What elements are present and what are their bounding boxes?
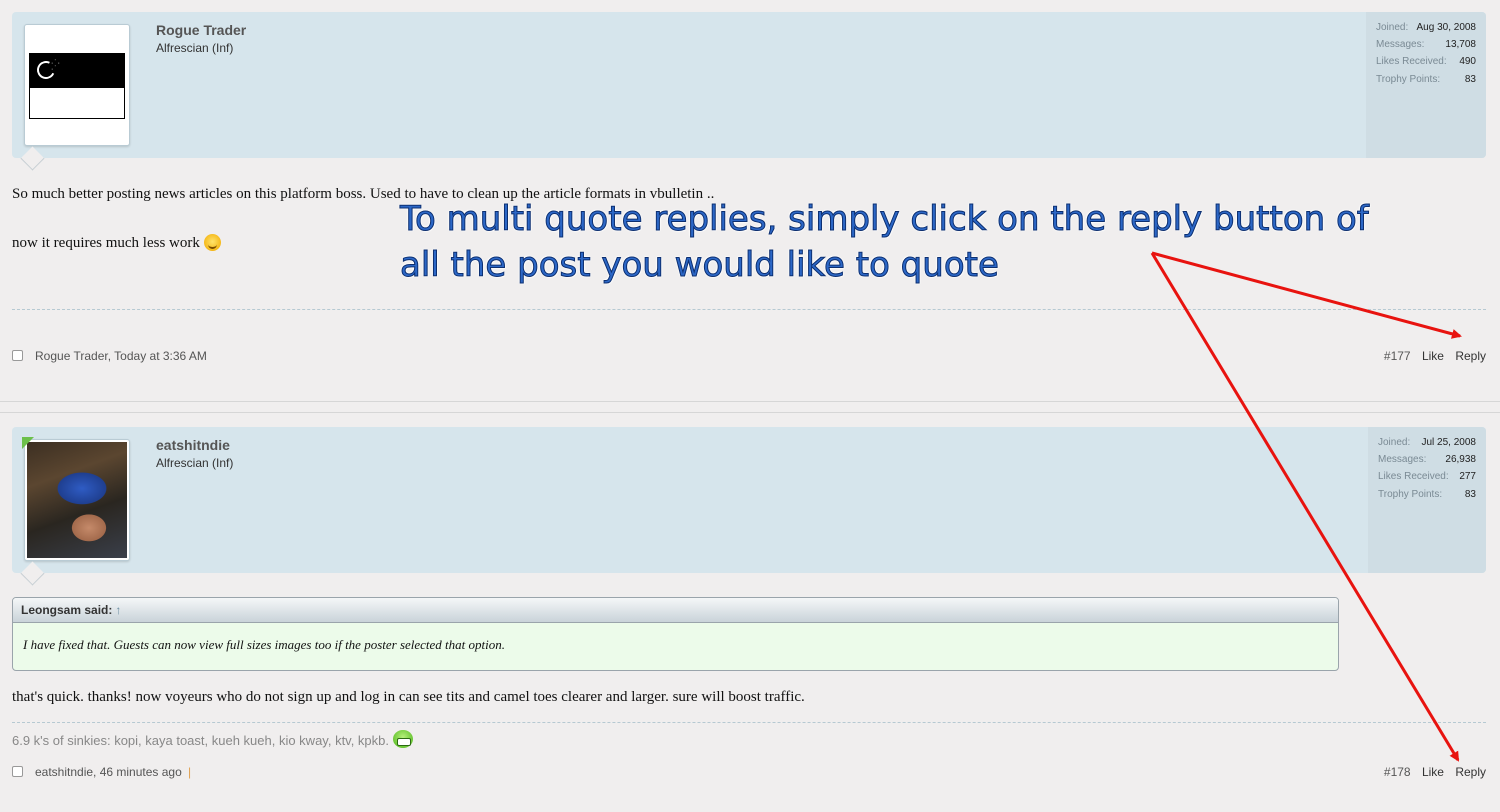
- user-stats: Joined: Aug 30, 2008 Messages: 13,708 Like…: [1366, 12, 1486, 158]
- author-date[interactable]: Rogue Trader, Today at 3:36 AM: [35, 349, 207, 363]
- stat-joined: Joined: Jul 25, 2008: [1378, 437, 1476, 448]
- username[interactable]: eatshitndie: [156, 437, 230, 453]
- user-title: Alfrescian (Inf): [156, 456, 234, 470]
- post-actions: #177 Like Reply: [1376, 349, 1486, 363]
- smile-icon: [203, 234, 221, 251]
- author-date[interactable]: eatshitndie, 46 minutes ago: [35, 765, 182, 779]
- message-line-2: now it requires much less work: [12, 234, 221, 252]
- user-title: Alfrescian (Inf): [156, 41, 234, 55]
- avatar[interactable]: [24, 439, 130, 561]
- multiquote-checkbox[interactable]: [12, 350, 23, 361]
- user-info-panel: eatshitndie Alfrescian (Inf) Joined: Jul …: [12, 427, 1486, 573]
- reply-button[interactable]: Reply: [1455, 765, 1486, 779]
- signature: 6.9 k's of sinkies: kopi, kaya toast, ku…: [12, 730, 414, 748]
- quote-header: Leongsam said: ↑: [13, 598, 1338, 623]
- multiquote-checkbox[interactable]: [12, 766, 23, 777]
- annotation-line-1: To multi quote replies, simply click on …: [400, 199, 1370, 240]
- message: that's quick. thanks! now voyeurs who do…: [12, 689, 805, 705]
- user-stats: Joined: Jul 25, 2008 Messages: 26,938 Like…: [1368, 427, 1486, 573]
- stat-trophy-points: Trophy Points: 83: [1376, 74, 1476, 85]
- quote-jump-icon[interactable]: ↑: [115, 603, 121, 617]
- stat-likes-received: Likes Received: 490: [1376, 56, 1476, 67]
- like-button[interactable]: Like: [1422, 765, 1444, 779]
- stat-messages: Messages: 26,938: [1378, 454, 1476, 465]
- post-footer: Rogue Trader, Today at 3:36 AM #177 Like…: [12, 349, 1486, 367]
- separator: |: [188, 765, 192, 779]
- stat-joined: Joined: Aug 30, 2008: [1376, 22, 1476, 33]
- online-indicator: [22, 437, 34, 449]
- stat-trophy-points: Trophy Points: 83: [1378, 489, 1476, 500]
- reply-button[interactable]: Reply: [1455, 349, 1486, 363]
- divider: [12, 722, 1486, 723]
- post-178: eatshitndie Alfrescian (Inf) Joined: Jul …: [0, 412, 1500, 812]
- annotation-line-2: all the post you would like to quote: [400, 245, 1000, 286]
- post-footer: eatshitndie, 46 minutes ago | #178 Like …: [12, 765, 1486, 783]
- post-number[interactable]: #178: [1384, 765, 1411, 779]
- stat-likes-received: Likes Received: 277: [1378, 471, 1476, 482]
- quote-text: I have fixed that. Guests can now view f…: [23, 637, 506, 652]
- like-button[interactable]: Like: [1422, 349, 1444, 363]
- post-actions: #178 Like Reply: [1376, 765, 1486, 779]
- avatar-photo: [27, 442, 127, 558]
- user-info-panel: ·˙· ·˙ Rogue Trader Alfrescian (Inf) Join…: [12, 12, 1486, 158]
- post-number[interactable]: #177: [1384, 349, 1411, 363]
- stat-messages: Messages: 13,708: [1376, 39, 1476, 50]
- username[interactable]: Rogue Trader: [156, 22, 246, 38]
- quote-block: Leongsam said: ↑ I have fixed that. Guest…: [12, 597, 1339, 671]
- avatar[interactable]: ·˙· ·˙: [24, 24, 130, 146]
- instruction-annotation: To multi quote replies, simply click on …: [400, 196, 1460, 288]
- grin-icon: [393, 730, 414, 748]
- divider: [12, 309, 1486, 310]
